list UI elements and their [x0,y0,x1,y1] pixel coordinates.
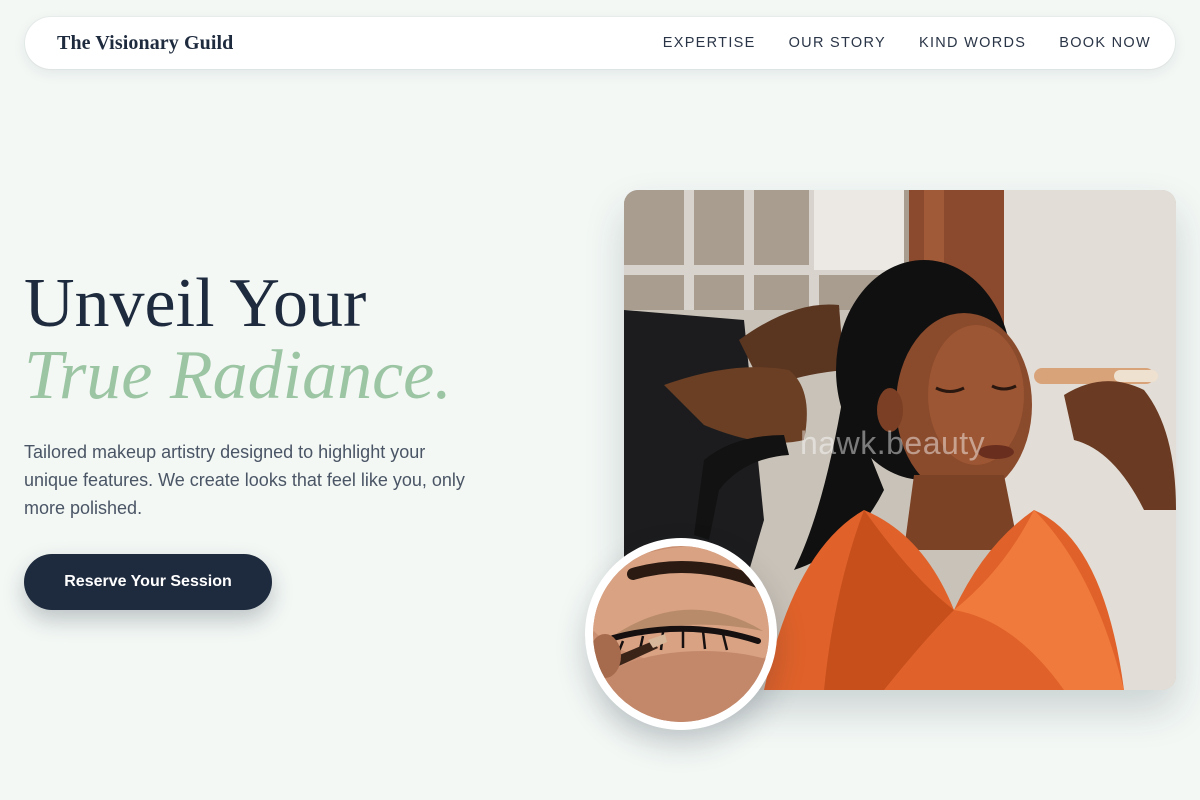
hero-title-line2: True Radiance. [24,337,452,414]
brand-logo[interactable]: The Visionary Guild [57,32,233,55]
page: The Visionary Guild EXPERTISE OUR STORY … [0,0,1200,800]
eye-makeup-detail-image [585,538,777,730]
nav-link-our-story[interactable]: OUR STORY [789,35,886,51]
nav-link-kind-words[interactable]: KIND WORDS [919,35,1026,51]
nav-link-expertise[interactable]: EXPERTISE [663,35,756,51]
hero-subtitle: Tailored makeup artistry designed to hig… [24,442,465,518]
nav-links: EXPERTISE OUR STORY KIND WORDS BOOK NOW [663,35,1151,51]
hero-title-line1: Unveil Your [24,265,367,342]
hero-title: Unveil Your True Radiance. [24,268,452,412]
nav-link-book-now[interactable]: BOOK NOW [1059,35,1151,51]
watermark-text: hawk.beauty [800,425,985,461]
reserve-session-button[interactable]: Reserve Your Session [24,554,272,610]
eye-makeup-detail-frame [593,546,769,722]
top-navbar: The Visionary Guild EXPERTISE OUR STORY … [25,17,1175,69]
eye-closeup-illustration [593,546,769,722]
